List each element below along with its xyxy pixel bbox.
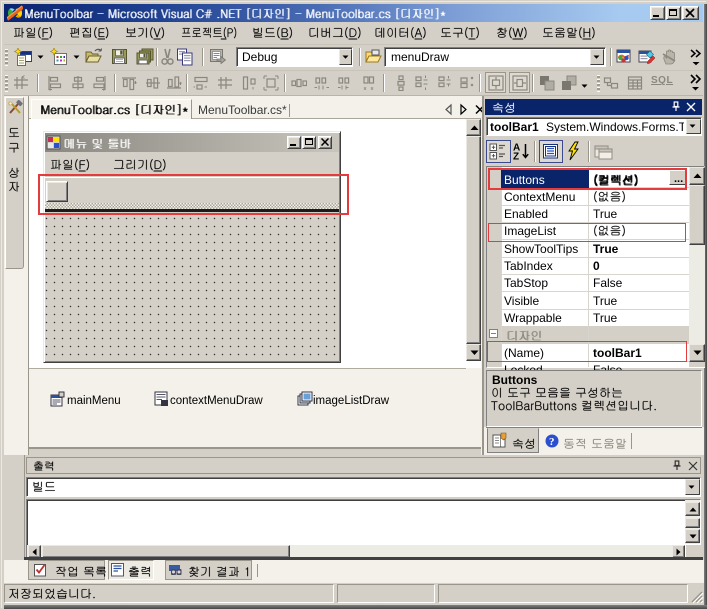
svg-text:Z: Z bbox=[513, 152, 519, 162]
svg-text:?: ? bbox=[549, 436, 555, 448]
